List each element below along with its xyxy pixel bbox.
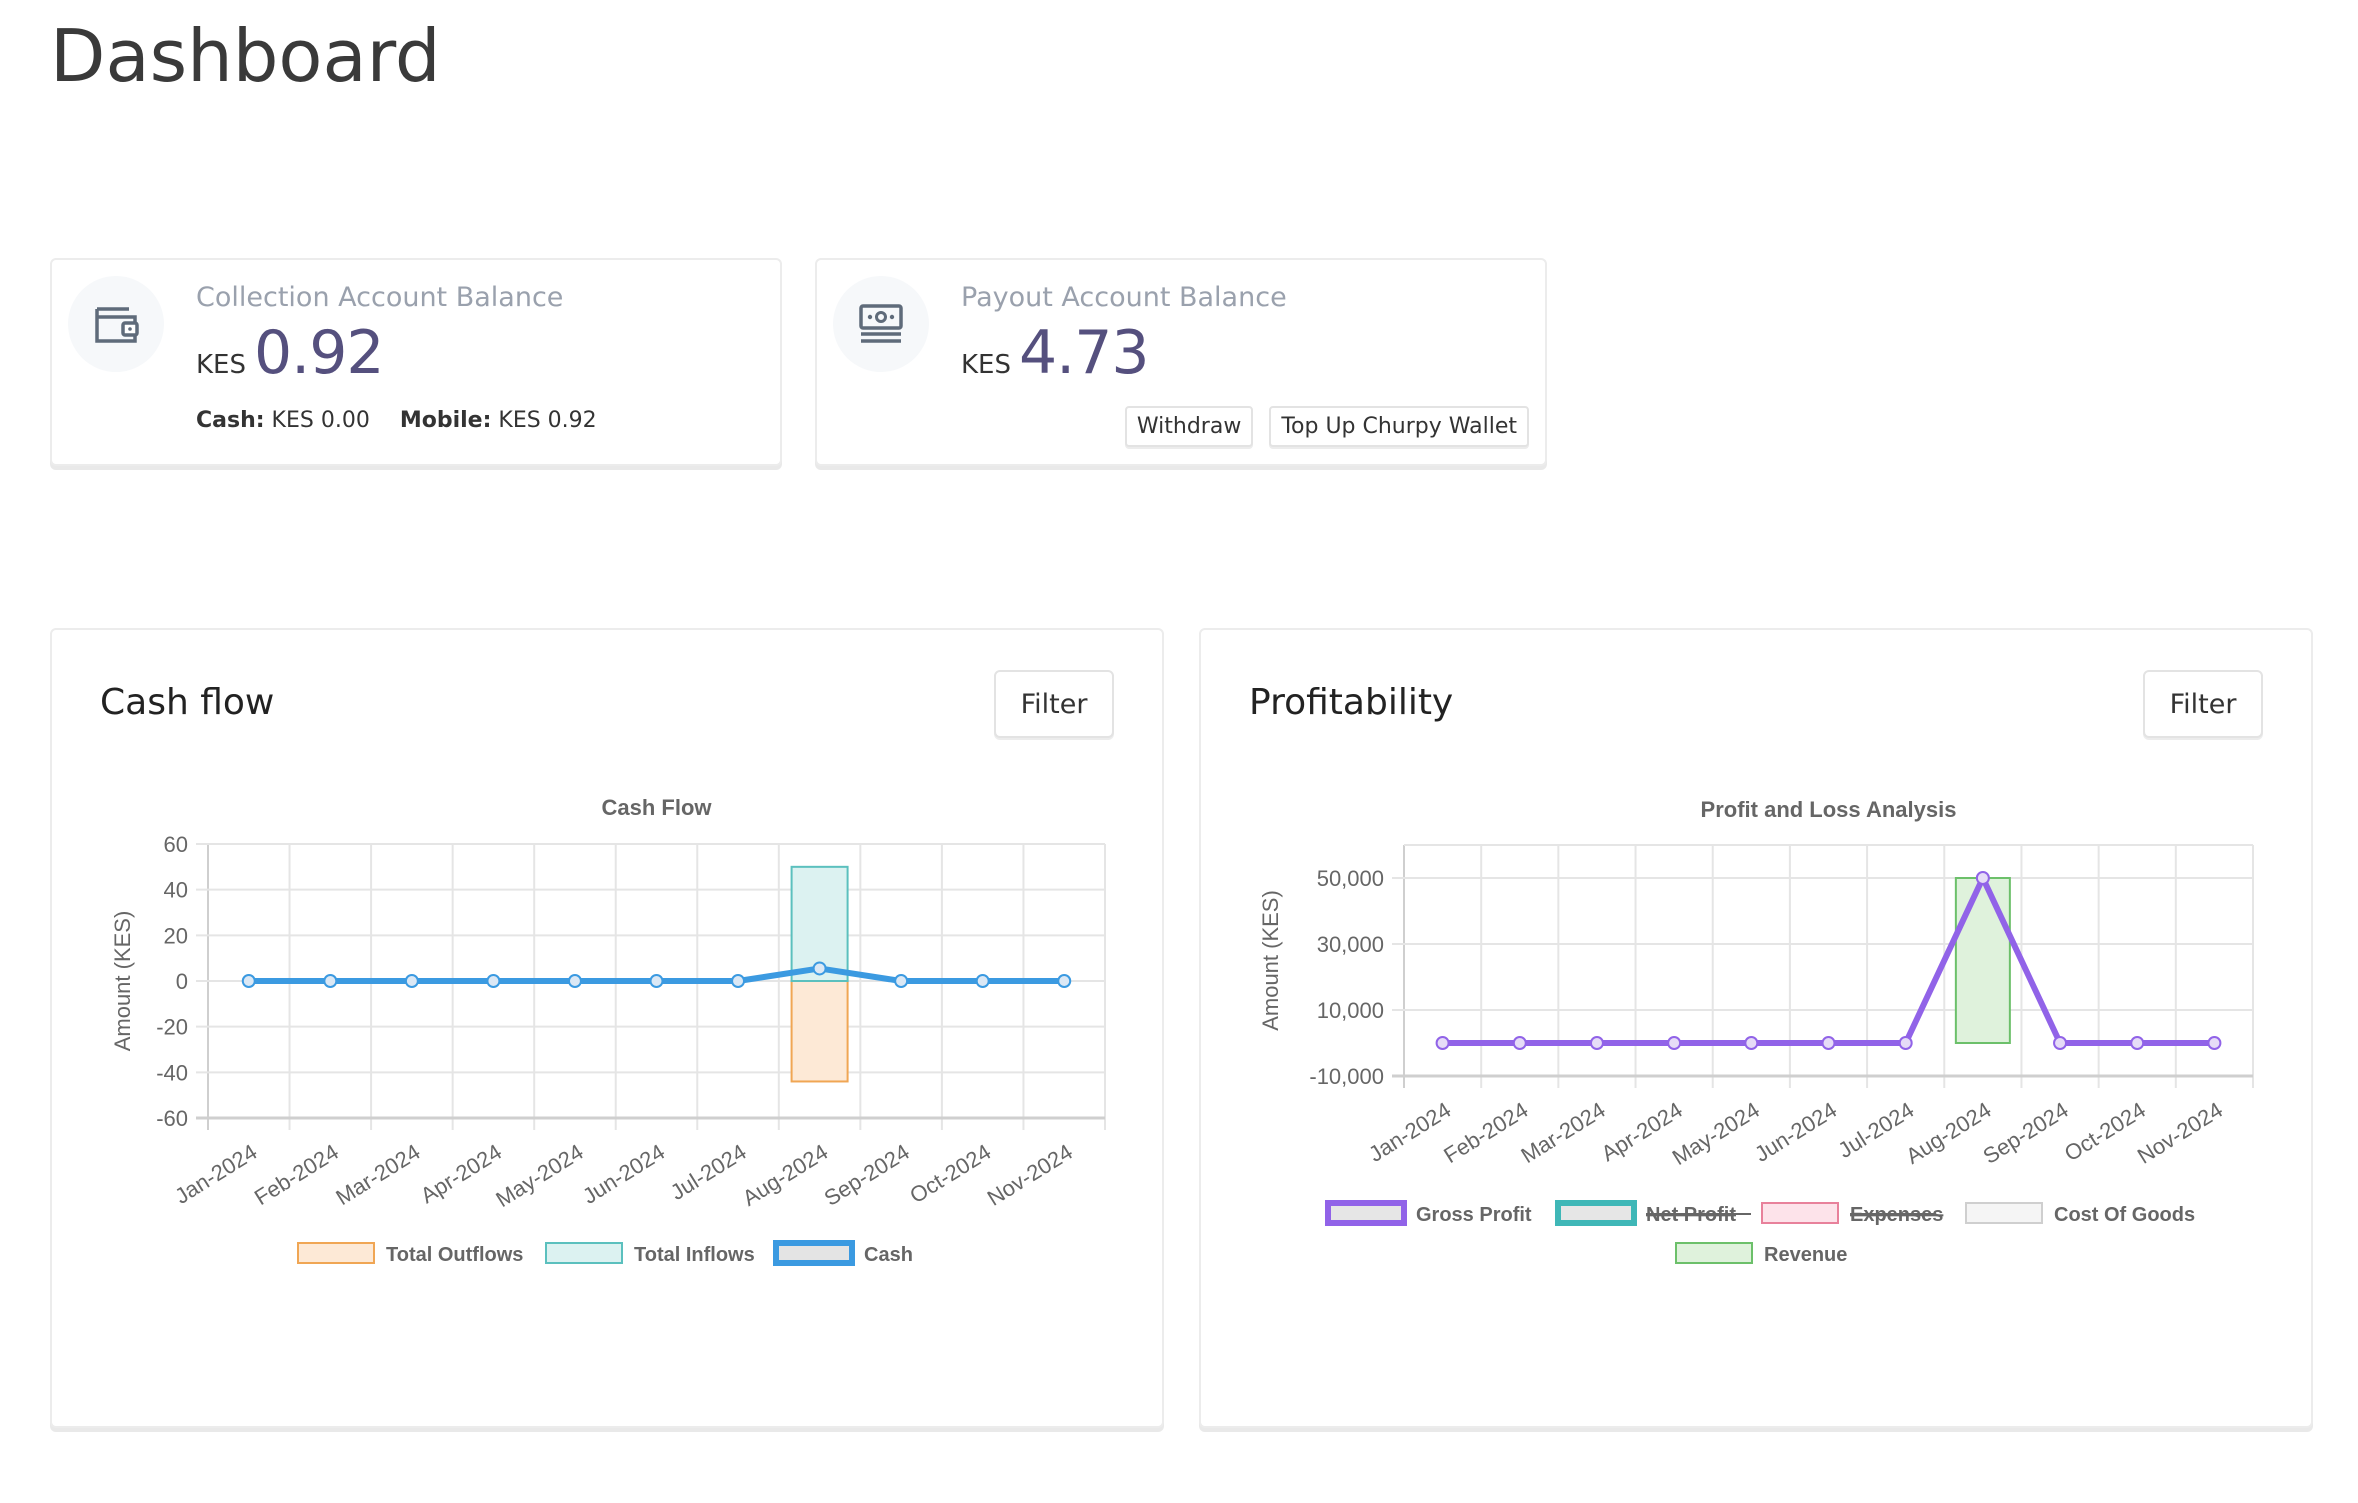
profit-x-tick-label: Nov-2024 <box>2133 1097 2227 1169</box>
profit-point <box>1435 1036 1450 1050</box>
profit-point <box>2207 1036 2222 1050</box>
profit-y-tick-label: -10,000 <box>1309 1064 1384 1089</box>
profit-x-tick-label: Feb-2024 <box>1439 1097 1532 1168</box>
profit-y-tick-label: 30,000 <box>1317 932 1384 957</box>
profit-point <box>1744 1036 1759 1050</box>
profit-point <box>1975 871 1990 885</box>
profit-x-tick-label: Aug-2024 <box>1901 1097 1995 1169</box>
profit-x-tick-label: Sep-2024 <box>1979 1097 2073 1169</box>
profit-legend-swatch <box>1325 1200 1407 1226</box>
profit-point <box>2130 1036 2145 1050</box>
profit-point <box>1898 1036 1913 1050</box>
profit-point <box>1821 1036 1836 1050</box>
profit-loss-chart: Profit and Loss Analysis 50,000 30,000 10,0… <box>1258 797 2254 1266</box>
profit-point <box>1667 1036 1682 1050</box>
profit-x-tick-label: Oct-2024 <box>2060 1097 2150 1166</box>
profit-legend-swatch <box>1965 1202 2043 1224</box>
profit-x-tick-label: Mar-2024 <box>1517 1097 1610 1168</box>
profit-point <box>2053 1036 2068 1050</box>
profit-x-tick-label: Jan-2024 <box>1364 1097 1455 1167</box>
profit-legend-swatch <box>1675 1242 1753 1264</box>
profit-y-axis-label: Amount (KES) <box>1258 890 1283 1031</box>
profit-point <box>1589 1036 1604 1050</box>
profit-legend-swatch <box>1555 1200 1637 1226</box>
profit-x-tick-label: May-2024 <box>1668 1097 1764 1170</box>
profit-x-tick-label: Jun-2024 <box>1750 1097 1841 1167</box>
profit-legend-label: Cost Of Goods <box>2054 1204 2195 1226</box>
profit-bar-revenue <box>1954 877 2011 1044</box>
profit-y-tick-label: 50,000 <box>1317 866 1384 891</box>
profit-legend-label: Gross Profit <box>1416 1204 1532 1226</box>
profit-chart-title: Profit and Loss Analysis <box>1701 797 1957 822</box>
profit-legend-swatch <box>1761 1202 1839 1224</box>
profit-y-tick-label: 10,000 <box>1317 998 1384 1023</box>
profit-point <box>1512 1036 1527 1050</box>
profit-legend-label: Revenue <box>1764 1244 1847 1266</box>
